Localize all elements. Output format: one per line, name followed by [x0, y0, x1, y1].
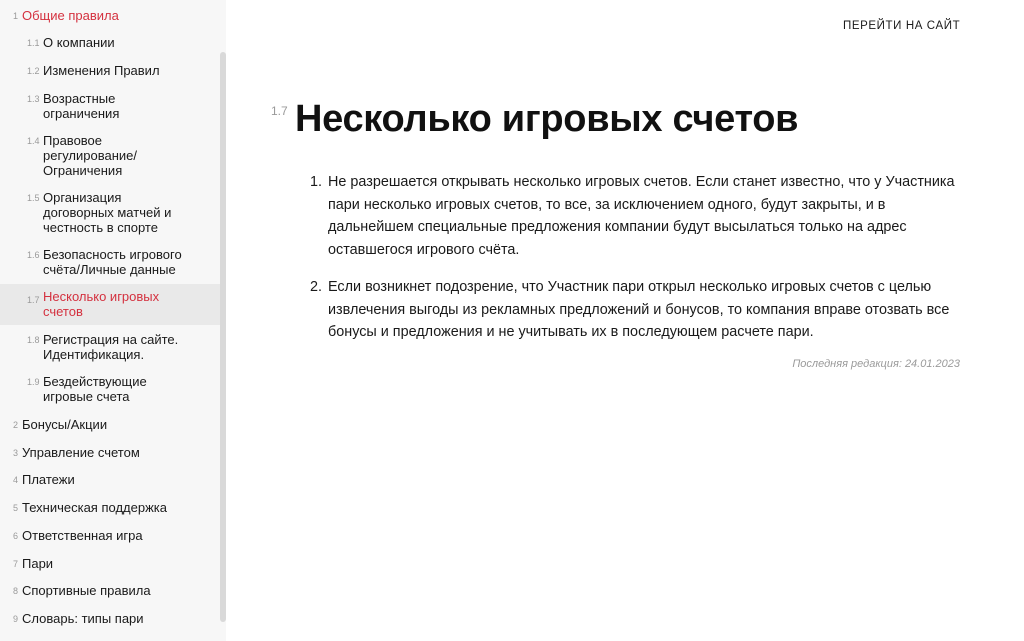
sidebar-item-number: 8: [13, 586, 19, 596]
sidebar-item-label: Бонусы/Акции: [22, 417, 108, 432]
sidebar-item-responsible-gaming[interactable]: 6 Ответственная игра: [0, 528, 220, 544]
sidebar-item-about-company[interactable]: 1.1 О компании: [0, 35, 220, 51]
sidebar-item-label: О компании: [43, 35, 115, 50]
sidebar-item-number: 1.3: [27, 94, 40, 104]
sidebar-item-label: Правовое регулирование/ Ограничения: [43, 133, 137, 178]
sidebar-item-general-rules[interactable]: 1 Общие правила: [0, 8, 220, 24]
sidebar-item-account-security[interactable]: 1.6 Безопасность игрового счёта/Личные д…: [0, 247, 220, 279]
sidebar-item-legal-regulation[interactable]: 1.4 Правовое регулирование/ Ограничения: [0, 133, 220, 179]
sidebar-item-account-management[interactable]: 3 Управление счетом: [0, 445, 220, 461]
sidebar-item-label: Бездействующие игровые счета: [43, 374, 147, 404]
sidebar-item-number: 2: [13, 420, 19, 430]
sidebar-item-label: Безопасность игрового счёта/Личные данны…: [43, 247, 182, 277]
sidebar-item-number: 1.7: [27, 295, 40, 305]
rules-list: 1. Не разрешается открывать несколько иг…: [310, 171, 965, 359]
sidebar-item-match-fixing[interactable]: 1.5 Организация договорных матчей и чест…: [0, 190, 220, 236]
sidebar-item-number: 1.4: [27, 136, 40, 146]
sidebar-item-registration[interactable]: 1.8 Регистрация на сайте. Идентификация.: [0, 332, 220, 364]
sidebar-item-number: 1.8: [27, 335, 40, 345]
sidebar-item-support[interactable]: 5 Техническая поддержка: [0, 500, 220, 516]
sidebar-item-label: Техническая поддержка: [22, 500, 167, 515]
sidebar-scrollbar[interactable]: [220, 52, 226, 622]
sidebar-item-label: Управление счетом: [22, 445, 140, 460]
sidebar-item-bet-types-glossary[interactable]: 9 Словарь: типы пари: [0, 611, 220, 627]
sidebar-item-label: Регистрация на сайте. Идентификация.: [43, 332, 179, 362]
sidebar-nav: 1 Общие правила 1.1 О компании 1.2 Измен…: [0, 0, 226, 641]
sidebar-item-number: 1.9: [27, 377, 40, 387]
sidebar-item-number: 4: [13, 475, 19, 485]
rule-marker: 1.: [310, 174, 323, 190]
sidebar-item-number: 1.5: [27, 193, 40, 203]
rule-text: Не разрешается открывать несколько игров…: [328, 174, 955, 258]
sidebar-item-bets[interactable]: 7 Пари: [0, 556, 220, 572]
section-number: 1.7: [271, 104, 288, 118]
sidebar-item-payments[interactable]: 4 Платежи: [0, 472, 220, 488]
sidebar-item-label: Организация договорных матчей и честност…: [43, 190, 172, 235]
sidebar-item-label: Возрастные ограничения: [43, 91, 120, 121]
sidebar-item-number: 9: [13, 614, 19, 624]
go-to-site-link[interactable]: ПЕРЕЙТИ НА САЙТ: [843, 20, 960, 32]
rule-item: 2. Если возникнет подозрение, что Участн…: [310, 276, 965, 344]
sidebar-item-sports-rules[interactable]: 8 Спортивные правила: [0, 583, 220, 599]
sidebar-item-label: Пари: [22, 556, 54, 571]
sidebar-item-label: Общие правила: [22, 8, 119, 23]
sidebar-item-number: 7: [13, 559, 19, 569]
sidebar-item-label: Словарь: типы пари: [22, 611, 144, 626]
last-edit-date: Последняя редакция: 24.01.2023: [792, 358, 960, 370]
sidebar-item-number: 1.6: [27, 250, 40, 260]
sidebar-item-label: Ответственная игра: [22, 528, 143, 543]
sidebar-item-number: 1.2: [27, 66, 40, 76]
sidebar-item-age-restrictions[interactable]: 1.3 Возрастные ограничения: [0, 91, 220, 123]
sidebar-item-number: 1: [13, 11, 19, 21]
rule-text: Если возникнет подозрение, что Участник …: [328, 279, 950, 340]
rule-item: 1. Не разрешается открывать несколько иг…: [310, 171, 965, 261]
rule-marker: 2.: [310, 279, 323, 295]
sidebar-item-label: Несколько игровых счетов: [43, 289, 160, 319]
sidebar-item-bonuses[interactable]: 2 Бонусы/Акции: [0, 417, 220, 433]
page-title: Несколько игровых счетов: [295, 98, 799, 140]
sidebar-item-label: Спортивные правила: [22, 583, 151, 598]
sidebar-item-inactive-accounts[interactable]: 1.9 Бездействующие игровые счета: [0, 374, 220, 406]
sidebar-item-multiple-accounts[interactable]: 1.7 Несколько игровых счетов: [0, 284, 220, 325]
sidebar-item-label: Платежи: [22, 472, 75, 487]
sidebar-item-label: Изменения Правил: [43, 63, 160, 78]
sidebar-item-number: 5: [13, 503, 19, 513]
sidebar-item-rule-changes[interactable]: 1.2 Изменения Правил: [0, 63, 220, 79]
sidebar-item-number: 1.1: [27, 38, 40, 48]
sidebar-item-number: 6: [13, 531, 19, 541]
sidebar-item-number: 3: [13, 448, 19, 458]
